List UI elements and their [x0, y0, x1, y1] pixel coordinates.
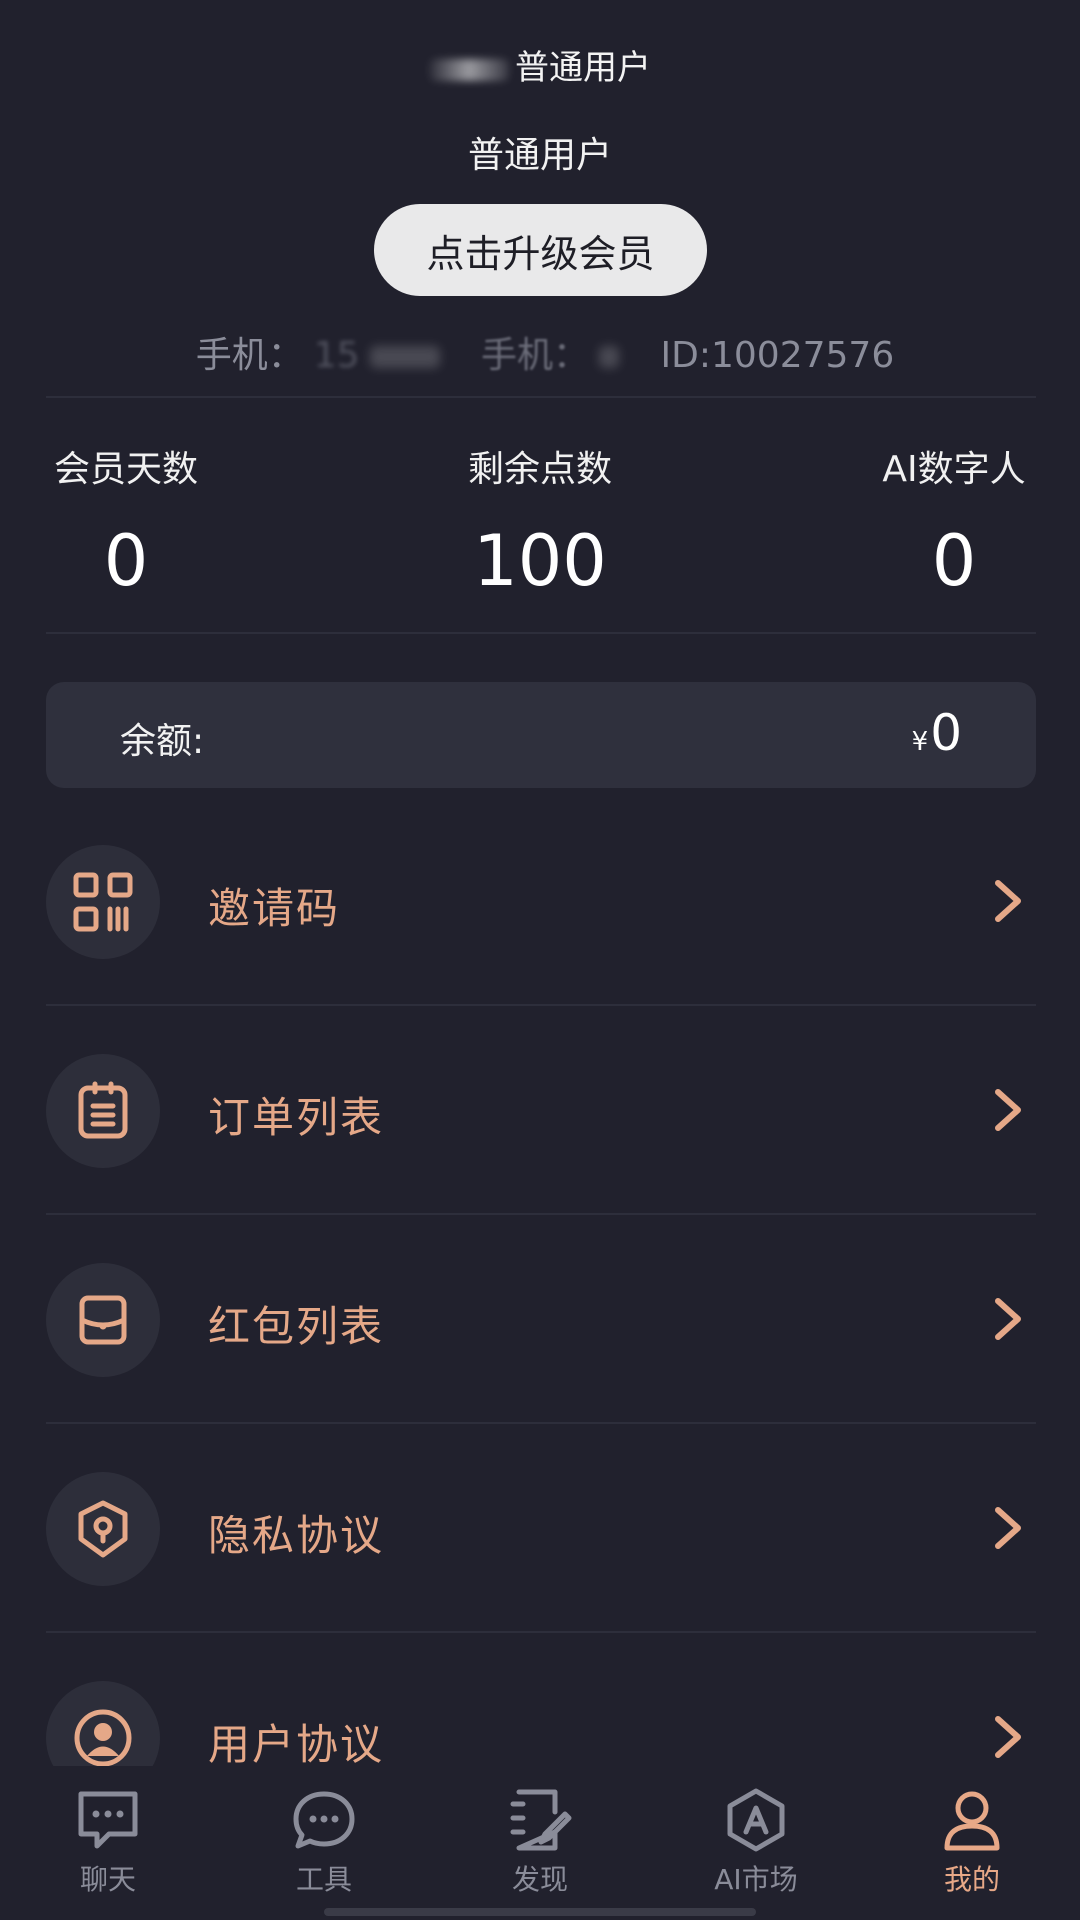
top-username: 普通用户: [0, 40, 1080, 89]
masked-phone-number: [369, 346, 440, 368]
currency-symbol: ¥: [911, 727, 929, 757]
tab-discover[interactable]: 发现: [432, 1788, 648, 1898]
stat-value: 0: [103, 520, 149, 602]
balance-amount: ¥0: [912, 704, 962, 762]
divider: [46, 396, 1036, 398]
tab-profile[interactable]: 我的: [864, 1788, 1080, 1898]
tab-label: 工具: [295, 1863, 352, 1896]
top-name-text: 普通用户: [515, 48, 651, 88]
divider: [46, 632, 1036, 634]
tab-chat[interactable]: 聊天: [0, 1788, 216, 1898]
balance-label: 余额:: [120, 721, 205, 762]
stat-ai-digital-human: AI数字人 0: [854, 440, 1054, 602]
chevron-right-icon: [995, 1298, 1021, 1340]
menu-label: 邀请码: [208, 884, 341, 933]
balance-value: 0: [930, 704, 962, 762]
menu-item-invite-code[interactable]: 邀请码: [46, 797, 1036, 1006]
chevron-right-icon: [995, 1507, 1021, 1549]
phone-info-1: 手机： 15: [186, 335, 450, 376]
phone-label: 手机：: [195, 335, 304, 376]
phone-value-masked: 15: [313, 335, 360, 376]
stat-value: 100: [473, 520, 607, 602]
tab-label: 聊天: [79, 1863, 136, 1896]
masked-phone-number-2: [599, 346, 620, 368]
balance-card[interactable]: 余额: ¥0: [46, 682, 1036, 788]
menu-label: 红包列表: [208, 1302, 385, 1351]
qr-code-icon: [46, 845, 160, 959]
stat-label: AI数字人: [882, 449, 1026, 490]
phone-info-2: 手机：: [481, 335, 629, 376]
stat-member-days: 会员天数 0: [26, 440, 226, 602]
menu-label: 订单列表: [208, 1093, 385, 1142]
menu-item-user-agreement[interactable]: 用户协议: [46, 1633, 1036, 1766]
tab-label: 发现: [511, 1863, 568, 1896]
stat-label: 会员天数: [53, 449, 198, 490]
chevron-right-icon: [995, 880, 1021, 922]
home-indicator[interactable]: [324, 1908, 756, 1916]
chat-bubble-icon: [78, 1791, 138, 1849]
menu-label: 隐私协议: [208, 1511, 385, 1560]
upgrade-member-button[interactable]: 点击升级会员: [374, 204, 707, 296]
tools-icon: [293, 1791, 355, 1849]
menu-item-order-list[interactable]: 订单列表: [46, 1006, 1036, 1215]
user-level-label: 普通用户: [467, 135, 612, 176]
tab-tools[interactable]: 工具: [216, 1788, 432, 1898]
tab-ai-market[interactable]: AI市场: [648, 1788, 864, 1898]
tab-label: 我的: [943, 1863, 1000, 1896]
menu-item-privacy-policy[interactable]: 隐私协议: [46, 1424, 1036, 1633]
red-envelope-icon: [46, 1263, 160, 1377]
ai-market-icon: [727, 1788, 785, 1852]
discover-notebook-icon: [510, 1789, 572, 1851]
user-id: ID:10027576: [660, 335, 895, 376]
bottom-tab-bar: 聊天 工具 发现 AI市场 我的: [0, 1766, 1080, 1920]
user-agreement-icon: [46, 1681, 160, 1766]
phone-label-2: 手机：: [481, 335, 590, 376]
profile-icon: [944, 1791, 1000, 1851]
menu-label: 用户协议: [208, 1720, 385, 1766]
clipboard-list-icon: [46, 1054, 160, 1168]
masked-nickname: [429, 58, 509, 81]
stat-remaining-points: 剩余点数 100: [440, 440, 640, 602]
account-info-line: 手机： 15 手机： ID:10027576: [0, 326, 1080, 378]
chevron-right-icon: [995, 1716, 1021, 1758]
profile-page: 普通用户 普通用户 点击升级会员 手机： 15 手机： ID:10027576 会…: [0, 0, 1080, 1920]
chevron-right-icon: [995, 1089, 1021, 1131]
menu-item-red-envelope-list[interactable]: 红包列表: [46, 1215, 1036, 1424]
stat-value: 0: [931, 520, 977, 602]
stat-label: 剩余点数: [467, 449, 612, 490]
privacy-shield-icon: [46, 1472, 160, 1586]
tab-label: AI市场: [714, 1863, 798, 1896]
